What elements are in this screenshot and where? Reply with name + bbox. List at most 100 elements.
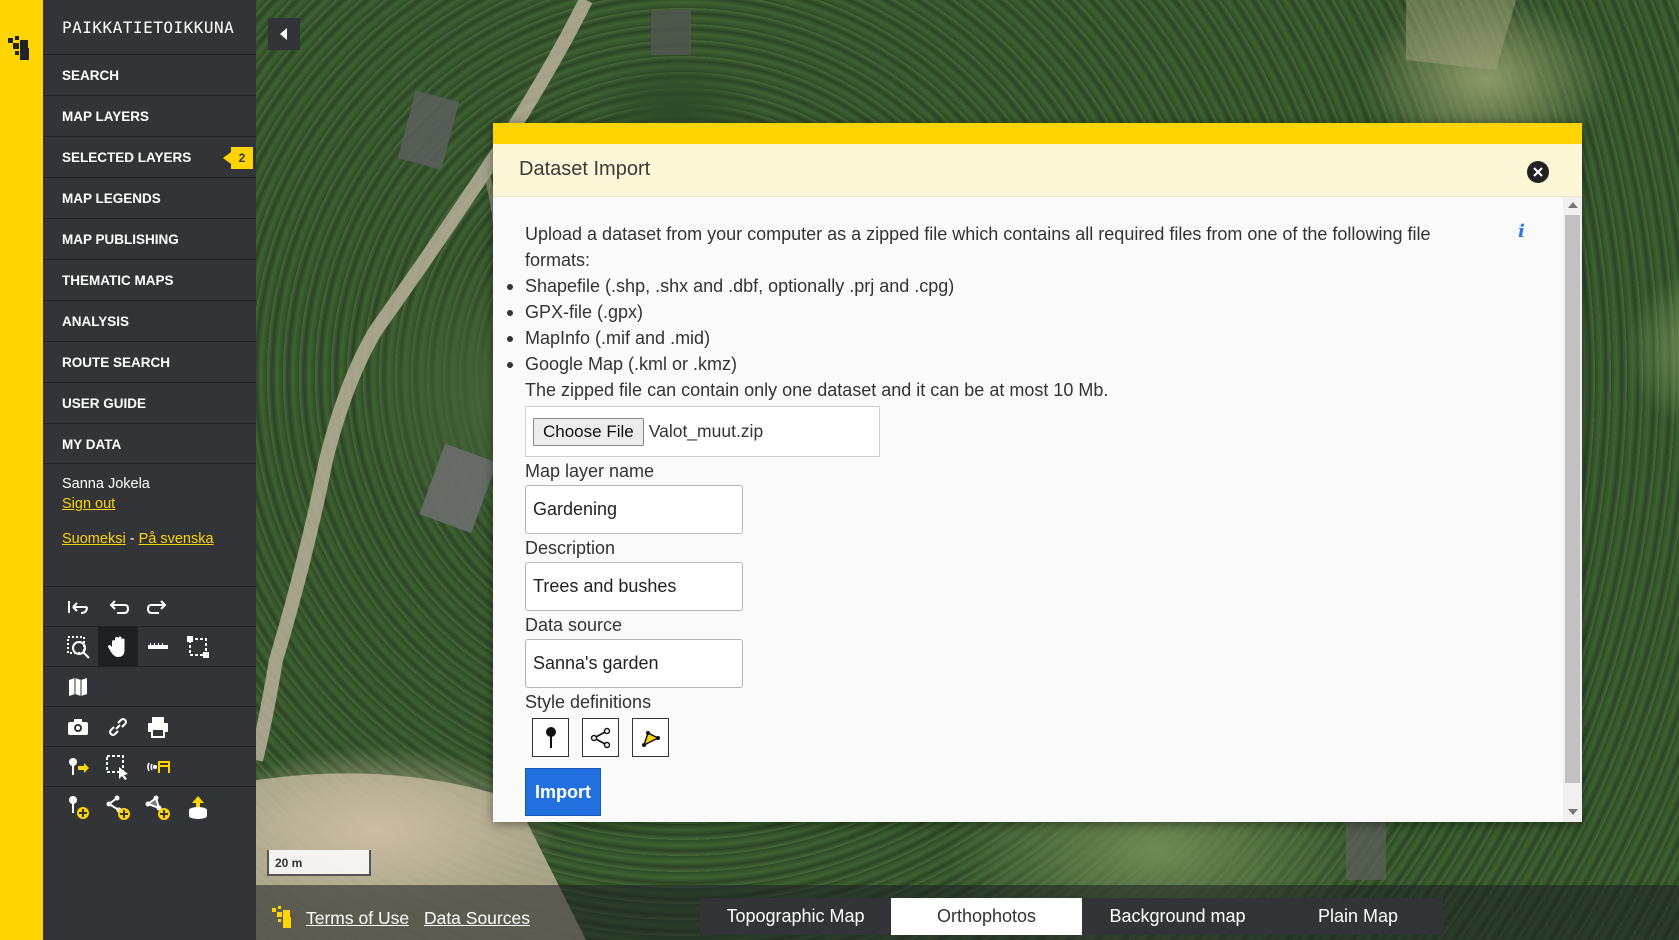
style-definition-buttons [525,718,1563,757]
measure-area-icon[interactable] [178,627,218,667]
tool-row-navigation [43,626,256,667]
data-sources-link[interactable]: Data Sources [424,908,530,928]
link-icon[interactable] [98,707,138,747]
supported-formats-list: Shapefile (.shp, .shx and .dbf, optional… [507,273,1563,377]
sidebar-item-label: MAP LEGENDS [62,191,161,206]
language-swedish-link[interactable]: På svenska [139,531,214,547]
dialog-title: Dataset Import [519,158,651,180]
redo-icon[interactable] [138,587,178,627]
feature-info-icon[interactable] [58,747,98,787]
sidebar-item-route-search[interactable]: ROUTE SEARCH [43,341,256,382]
basemap-tab-orthophotos[interactable]: Orthophotos [891,898,1082,935]
point-style-button[interactable] [532,718,569,757]
scroll-thumb[interactable] [1565,215,1580,783]
sidebar-item-my-data[interactable]: MY DATA [43,423,256,464]
pan-hand-icon[interactable] [98,626,138,667]
map-toolbar [43,586,256,826]
sidebar-item-map-layers[interactable]: MAP LAYERS [43,95,256,136]
selected-file-name: Valot_muut.zip [648,421,764,441]
size-limit-note: The zipped file can contain only one dat… [525,380,1109,400]
add-line-icon[interactable] [98,787,138,827]
tool-row-query [43,746,256,786]
sidebar-item-user-guide[interactable]: USER GUIDE [43,382,256,423]
scroll-up-arrow-icon[interactable] [1568,202,1578,208]
list-item: GPX-file (.gpx) [507,299,1563,325]
sidebar-item-label: SEARCH [62,68,120,83]
point-style-icon [545,726,556,748]
scroll-down-arrow-icon[interactable] [1568,809,1578,815]
data-source-label: Data source [525,615,623,635]
sign-out-link[interactable]: Sign out [62,494,237,514]
import-dataset-icon[interactable] [178,787,218,827]
sidebar-item-analysis[interactable]: ANALYSIS [43,300,256,341]
data-source-input[interactable] [525,639,743,688]
user-name: Sanna Jokela [62,476,150,492]
dialog-drag-bar[interactable] [493,123,1582,144]
choose-file-button[interactable]: Choose File [533,417,644,446]
dialog-header: Dataset Import [493,144,1582,197]
description-input[interactable] [525,562,743,611]
map-scale-bar: 20 m [267,850,371,876]
collapse-sidebar-button[interactable] [268,18,300,50]
tool-row-share [43,706,256,746]
add-point-icon[interactable] [58,787,98,827]
basemap-tab-plain[interactable]: Plain Map [1273,898,1443,935]
zoom-box-icon[interactable] [58,627,98,667]
sidebar-item-label: USER GUIDE [62,396,147,411]
sidebar-item-thematic-maps[interactable]: THEMATIC MAPS [43,259,256,300]
terms-of-use-link[interactable]: Terms of Use [306,908,409,928]
paikkatietoikkuna-logo-icon [272,906,291,928]
language-links: Suomeksi - På svenska [62,529,237,549]
map-icon[interactable] [58,667,98,707]
close-icon [1533,167,1543,177]
tool-row-history [43,586,256,626]
list-item: Shapefile (.shp, .shx and .dbf, optional… [507,273,1563,299]
tool-row-map [43,666,256,706]
import-button[interactable]: Import [525,768,601,816]
line-style-icon [590,727,610,748]
layer-name-input[interactable] [525,485,743,534]
sidebar-item-label: MY DATA [62,437,122,452]
sidebar-item-label: MAP PUBLISHING [62,232,179,247]
sidebar-item-search[interactable]: SEARCH [43,54,256,95]
basemap-tab-topographic[interactable]: Topographic Map [700,898,891,935]
selected-layers-count-badge: 2 [223,147,253,169]
dataset-import-dialog: Dataset Import i Upload a dataset from y… [493,123,1582,822]
sidebar-item-map-legends[interactable]: MAP LEGENDS [43,177,256,218]
description-label: Description [525,538,616,558]
user-block: Sanna Jokela Sign out Suomeksi - På sven… [43,464,256,549]
style-definitions-label: Style definitions [525,692,652,712]
dialog-scrollbar[interactable] [1563,197,1582,822]
list-item: MapInfo (.mif and .mid) [507,325,1563,351]
sidebar-item-selected-layers[interactable]: SELECTED LAYERS 2 [43,136,256,177]
import-instructions: Upload a dataset from your computer as a… [525,224,1431,270]
sidebar-menu: SEARCH MAP LAYERS SELECTED LAYERS 2 MAP L… [43,54,256,464]
area-style-icon [641,730,660,747]
measure-line-icon[interactable] [138,627,178,667]
basemap-tab-background[interactable]: Background map [1082,898,1273,935]
reset-view-icon[interactable] [58,587,98,627]
select-features-icon[interactable] [98,747,138,787]
area-style-button[interactable] [632,718,669,757]
language-finnish-link[interactable]: Suomeksi [62,531,126,547]
layer-name-label: Map layer name [525,461,655,481]
list-item: Google Map (.kml or .kmz) [507,351,1563,377]
paikkatietoikkuna-logo-icon [8,36,29,60]
undo-icon[interactable] [98,587,138,627]
sidebar-item-label: THEMATIC MAPS [62,273,174,288]
wfs-icon[interactable] [138,747,178,787]
add-area-icon[interactable] [138,787,178,827]
basemap-selector: Topographic Map Orthophotos Background m… [700,898,1443,935]
app-title[interactable]: PAIKKATIETOIKKUNA [43,0,256,54]
sidebar: PAIKKATIETOIKKUNA SEARCH MAP LAYERS SELE… [43,0,256,940]
info-icon[interactable]: i [1518,221,1528,242]
close-dialog-button[interactable] [1527,161,1549,183]
brand-strip [0,0,43,940]
sidebar-item-map-publishing[interactable]: MAP PUBLISHING [43,218,256,259]
camera-icon[interactable] [58,707,98,747]
chevron-left-icon [280,28,287,40]
sidebar-item-label: SELECTED LAYERS [62,150,192,165]
line-style-button[interactable] [582,718,619,757]
tool-row-edit [43,786,256,826]
print-icon[interactable] [138,707,178,747]
